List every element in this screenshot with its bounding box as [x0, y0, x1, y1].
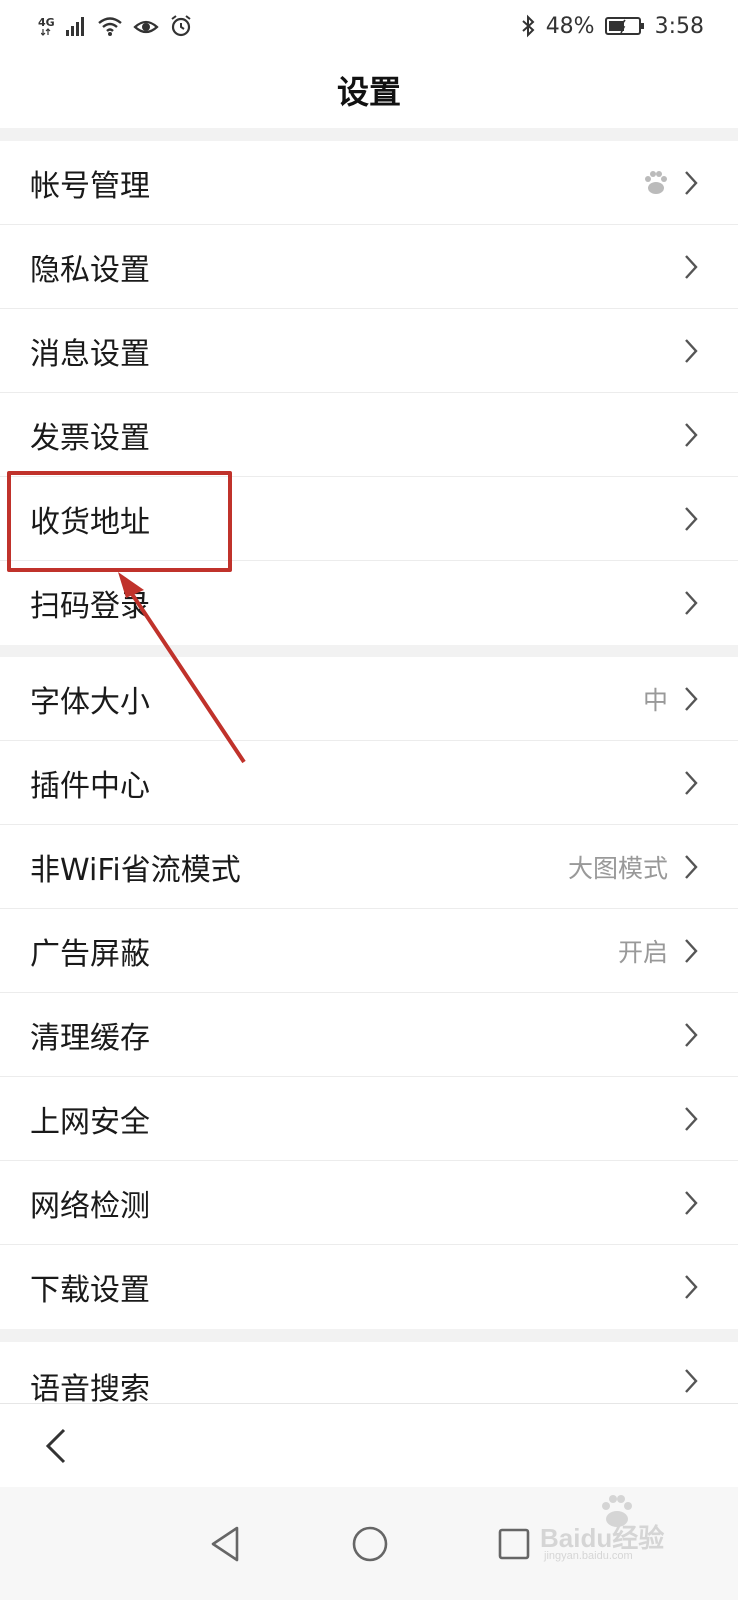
- settings-row-font-size[interactable]: 字体大小 中: [0, 657, 738, 741]
- settings-row-privacy[interactable]: 隐私设置: [0, 225, 738, 309]
- page-title: 设置: [336, 73, 401, 111]
- settings-row-plugin-center[interactable]: 插件中心: [0, 741, 738, 825]
- row-label: 发票设置: [30, 420, 150, 456]
- row-label: 网络检测: [30, 1188, 150, 1224]
- settings-row-data-saver[interactable]: 非WiFi省流模式 大图模式: [0, 825, 738, 909]
- status-time: 3:58: [654, 13, 704, 39]
- settings-group-general: 字体大小 中 插件中心 非WiFi省流模式 大图模式 广告屏蔽 开启 清理缓存 …: [0, 657, 738, 1329]
- network-type-label: 4G: [38, 17, 55, 36]
- chevron-right-icon: [685, 506, 698, 531]
- settings-row-invoice[interactable]: 发票设置: [0, 393, 738, 477]
- annotation-highlight-box: [7, 471, 232, 572]
- chevron-right-icon: [685, 1190, 698, 1215]
- chevron-right-icon: [685, 254, 698, 279]
- settings-row-ad-block[interactable]: 广告屏蔽 开启: [0, 909, 738, 993]
- chevron-right-icon: [685, 591, 698, 615]
- status-left: 4G: [38, 14, 193, 38]
- chevron-right-icon: [685, 938, 698, 963]
- watermark-subtext: jingyan.baidu.com: [544, 1550, 633, 1562]
- row-value: 中: [642, 685, 668, 715]
- battery-icon: [604, 17, 644, 35]
- nav-home-icon[interactable]: [351, 1525, 389, 1563]
- nav-recents-icon[interactable]: [497, 1527, 531, 1561]
- row-label: 非WiFi省流模式: [30, 852, 241, 888]
- settings-row-account[interactable]: 帐号管理: [0, 141, 738, 225]
- row-label: 清理缓存: [30, 1020, 150, 1056]
- row-label: 插件中心: [30, 768, 150, 804]
- chevron-right-icon: [685, 854, 698, 879]
- row-label: 语音搜索: [30, 1372, 150, 1403]
- row-label: 字体大小: [30, 684, 150, 720]
- baidu-paw-icon: [645, 170, 667, 194]
- row-label: 广告屏蔽: [30, 936, 150, 972]
- nav-back-icon[interactable]: [207, 1524, 243, 1564]
- settings-row-voice-search[interactable]: 语音搜索: [0, 1342, 738, 1403]
- settings-row-scan-login[interactable]: 扫码登录: [0, 561, 738, 645]
- chevron-right-icon: [685, 1106, 698, 1131]
- chevron-right-icon: [685, 770, 698, 795]
- chevron-right-icon: [685, 686, 698, 711]
- baidu-watermark: Baidu经验 jingyan.baidu.com: [540, 1492, 700, 1568]
- status-right: 48% 3:58: [520, 14, 704, 39]
- bottom-toolbar: [0, 1403, 738, 1487]
- settings-group-voice: 语音搜索: [0, 1342, 738, 1403]
- settings-row-download[interactable]: 下载设置: [0, 1245, 738, 1329]
- network-label: 4G: [38, 15, 55, 29]
- settings-row-messages[interactable]: 消息设置: [0, 309, 738, 393]
- row-label: 消息设置: [30, 336, 150, 372]
- chevron-right-icon: [685, 1369, 698, 1393]
- alarm-icon: [171, 15, 191, 37]
- battery-percent: 48%: [545, 13, 595, 39]
- chevron-right-icon: [685, 338, 698, 363]
- row-label: 上网安全: [30, 1104, 150, 1140]
- row-label: 隐私设置: [30, 252, 150, 288]
- eye-icon: [133, 20, 159, 34]
- signal-icon: [65, 17, 84, 36]
- settings-row-network-check[interactable]: 网络检测: [0, 1161, 738, 1245]
- wifi-icon: [97, 17, 122, 36]
- chevron-right-icon: [685, 170, 698, 195]
- row-value: 开启: [617, 937, 668, 967]
- back-icon[interactable]: [42, 1426, 70, 1466]
- chevron-right-icon: [685, 422, 698, 447]
- row-label: 扫码登录: [30, 589, 150, 624]
- bluetooth-icon: [522, 14, 535, 38]
- status-bar: 4G 48% 3:58: [0, 0, 738, 52]
- settings-row-clear-cache[interactable]: 清理缓存: [0, 993, 738, 1077]
- settings-row-browsing-security[interactable]: 上网安全: [0, 1077, 738, 1161]
- row-value: 大图模式: [567, 853, 668, 883]
- page-header: 设置: [0, 52, 738, 128]
- chevron-right-icon: [685, 1022, 698, 1047]
- row-label: 帐号管理: [30, 168, 150, 204]
- chevron-right-icon: [685, 1275, 698, 1299]
- row-label: 下载设置: [30, 1273, 150, 1308]
